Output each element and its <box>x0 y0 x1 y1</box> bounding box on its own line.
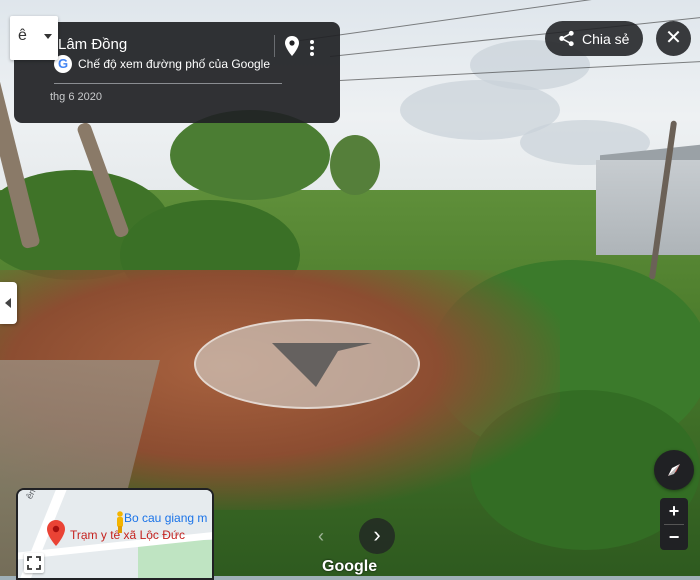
compass-icon[interactable] <box>654 450 694 490</box>
more-vert-icon[interactable] <box>306 35 318 57</box>
menu-button[interactable]: ê <box>10 16 58 60</box>
zoom-in-button[interactable]: + <box>660 498 688 524</box>
capture-date[interactable]: thg 6 2020 <box>50 91 102 103</box>
tree-canopy <box>170 110 330 200</box>
menu-glyph: ê <box>18 27 27 44</box>
collapse-panel-tab[interactable] <box>0 282 17 324</box>
next-arrow-button[interactable]: › <box>359 518 395 554</box>
direction-arrow-icon <box>272 343 372 387</box>
google-brand: Google <box>322 558 378 575</box>
location-card: Lâm Đồng G Chế độ xem đường phố của Goog… <box>14 22 340 123</box>
expand-icon[interactable] <box>24 553 44 573</box>
place-label-health-station[interactable]: Trạm y tế xã Lộc Đức <box>70 528 185 542</box>
zoom-out-button[interactable]: − <box>660 524 688 550</box>
location-title: Lâm Đồng <box>58 36 128 53</box>
divider <box>54 83 282 84</box>
place-label-secondary[interactable]: Bo cau giang m <box>124 511 207 525</box>
share-button[interactable]: Chia sẻ <box>545 21 643 56</box>
location-subtitle: Chế độ xem đường phố của Google <box>78 57 271 71</box>
previous-arrow-button[interactable]: ‹ <box>318 526 332 546</box>
chevron-down-icon <box>44 34 52 39</box>
minimap[interactable]: ên Xã Trạm y tế xã Lộc Đức Bo cau giang … <box>16 488 214 580</box>
zoom-control: + − <box>660 498 688 550</box>
chevron-left-icon <box>5 298 11 308</box>
ground-cursor[interactable] <box>194 319 420 409</box>
shed <box>596 160 700 255</box>
place-pin-icon <box>47 520 65 546</box>
close-button[interactable]: ✕ <box>656 21 691 56</box>
share-label: Chia sẻ <box>582 31 630 47</box>
tree-canopy <box>330 135 380 195</box>
divider <box>274 35 275 57</box>
location-pin-icon[interactable] <box>282 35 302 57</box>
map-park <box>138 540 212 578</box>
share-icon <box>559 30 574 47</box>
